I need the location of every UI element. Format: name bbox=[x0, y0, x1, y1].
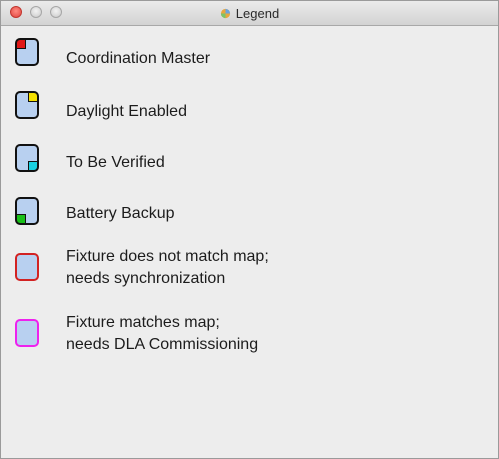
legend-label-line-2: needs DLA Commissioning bbox=[66, 336, 259, 353]
window-title: Legend bbox=[1, 1, 498, 25]
daylight-enabled-icon bbox=[15, 91, 39, 119]
to-be-verified-icon bbox=[15, 144, 39, 172]
legend-label-line-1: Fixture does not match map; bbox=[66, 248, 269, 265]
app-icon bbox=[220, 8, 230, 18]
legend-content: Coordination Master Daylight Enabled To … bbox=[1, 26, 498, 458]
legend-label: Coordination Master bbox=[66, 50, 211, 67]
legend-label: Daylight Enabled bbox=[66, 103, 187, 120]
legend-window: Legend Coordination Master Daylight Enab… bbox=[0, 0, 499, 459]
green-indicator-icon bbox=[16, 214, 26, 224]
window-title-text: Legend bbox=[235, 5, 280, 21]
yellow-indicator-icon bbox=[28, 92, 38, 102]
title-bar[interactable]: Legend bbox=[1, 1, 498, 26]
red-indicator-icon bbox=[16, 39, 26, 49]
fixture-needs-commissioning-icon bbox=[15, 319, 39, 347]
legend-label: To Be Verified bbox=[66, 154, 165, 171]
legend-label-line-2: needs synchronization bbox=[66, 270, 226, 287]
legend-label: Battery Backup bbox=[66, 205, 175, 222]
coordination-master-icon bbox=[15, 38, 39, 66]
legend-label-line-1: Fixture matches map; bbox=[66, 314, 220, 331]
cyan-indicator-icon bbox=[28, 161, 38, 171]
fixture-mismatch-icon bbox=[15, 253, 39, 281]
battery-backup-icon bbox=[15, 197, 39, 225]
